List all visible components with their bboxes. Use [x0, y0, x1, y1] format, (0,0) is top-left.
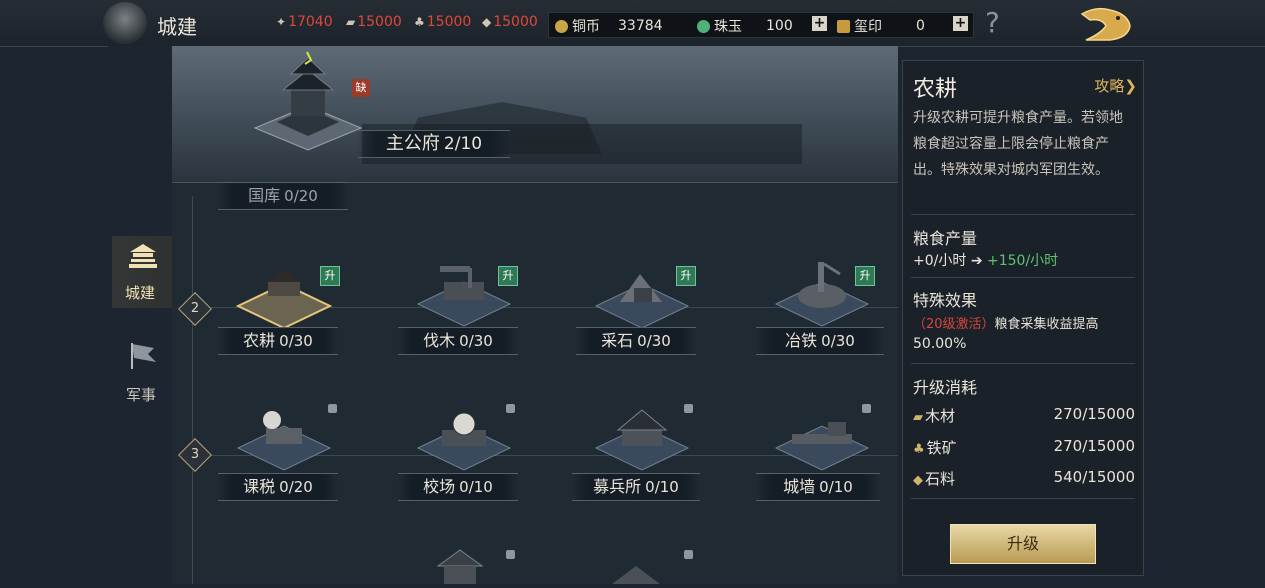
upgrade-badge: 升: [498, 266, 518, 286]
tax-building[interactable]: [232, 404, 336, 474]
locked-building[interactable]: [430, 544, 534, 584]
effect-value: 50.00%: [913, 336, 967, 352]
lock-icon: [862, 404, 871, 413]
food-resource: ✦ 17040: [276, 14, 333, 30]
wood-icon: ▰: [913, 410, 923, 425]
jade: 珠玉 100: [697, 16, 793, 36]
tax-label[interactable]: 课税 0/20: [218, 473, 338, 501]
missing-badge: 缺: [352, 79, 370, 97]
divider: [911, 214, 1135, 215]
detail-panel: 农耕 攻略❯ 升级农耕可提升粮食产量。若领地粮食超过容量上限会停止粮食产出。特殊…: [902, 60, 1144, 576]
seal-icon: [837, 19, 850, 33]
page-title: 城建: [157, 15, 197, 39]
cost-iron: ♣ 铁矿 270/15000: [913, 437, 1135, 457]
smelter-label[interactable]: 冶铁 0/30: [756, 327, 884, 355]
city-wall-label[interactable]: 城墙 0/10: [756, 473, 880, 501]
lock-icon: [328, 404, 337, 413]
iron-ore-icon: ♣: [414, 15, 425, 29]
quarry-label[interactable]: 采石 0/30: [576, 327, 696, 355]
farm-label[interactable]: 农耕 0/30: [218, 327, 338, 355]
recruitment-label[interactable]: 募兵所 0/10: [572, 473, 700, 501]
lock-icon: [506, 404, 515, 413]
training-ground-building[interactable]: [412, 402, 516, 472]
lock-icon: [684, 550, 693, 559]
chevron-right-icon: ❯: [1124, 77, 1137, 95]
iron-resource: ♣ 15000: [414, 14, 472, 30]
upgrade-badge: 升: [320, 266, 340, 286]
seal: 玺印 0: [837, 16, 925, 36]
lock-icon: [506, 550, 515, 559]
helmet-avatar-icon: [103, 2, 147, 44]
treasury-label[interactable]: 国库 0/20: [218, 182, 348, 210]
currency-bar: 铜币 33784 珠玉 100 + 玺印 0 +: [548, 12, 974, 38]
locked-building[interactable]: [606, 560, 710, 584]
stone-icon: ◆: [913, 473, 923, 488]
top-bar: 城建 ✦ 17040 ▰ 15000 ♣ 15000 ◆ 15000 铜币 33784 …: [0, 0, 1265, 47]
divider: [911, 363, 1135, 364]
dragon-back-button-icon[interactable]: [1076, 4, 1136, 53]
sidebar-item-military[interactable]: 军事: [112, 336, 174, 408]
output-heading: 粮食产量: [913, 229, 978, 248]
recruitment-building[interactable]: [590, 402, 694, 472]
upgrade-button[interactable]: 升级: [950, 524, 1096, 564]
wood-icon: ▰: [346, 15, 356, 29]
effect-text: （20级激活）粮食采集收益提高: [913, 317, 1099, 332]
guide-link[interactable]: 攻略❯: [1094, 75, 1137, 96]
coin-icon: [555, 19, 568, 33]
city-build-icon: [126, 242, 160, 277]
iron-ore-icon: ♣: [913, 442, 925, 457]
upgrade-badge: 升: [855, 266, 875, 286]
wheat-icon: ✦: [276, 15, 287, 29]
stone-icon: ◆: [482, 15, 492, 29]
output-change: +0/小时 ➔ +150/小时: [913, 253, 1059, 269]
lumber-label[interactable]: 伐木 0/30: [398, 327, 518, 355]
add-jade-button[interactable]: +: [812, 16, 827, 31]
jade-icon: [697, 19, 710, 33]
lock-icon: [684, 404, 693, 413]
military-flag-icon: [126, 340, 160, 377]
palace-building[interactable]: [247, 50, 369, 158]
panel-description: 升级农耕可提升粮食产量。若领地粮食超过容量上限会停止粮食产出。特殊效果对城内军团…: [913, 110, 1123, 178]
divider: [911, 277, 1135, 278]
copper-coin: 铜币 33784: [555, 16, 663, 36]
add-seal-button[interactable]: +: [953, 16, 968, 31]
tier-spine: [192, 196, 193, 584]
sidebar: [108, 46, 172, 584]
cost-heading: 升级消耗: [913, 378, 978, 397]
panel-title: 农耕: [913, 77, 958, 102]
training-ground-label[interactable]: 校场 0/10: [398, 473, 518, 501]
city-wall-building[interactable]: [770, 404, 874, 474]
help-button[interactable]: ?: [985, 6, 1000, 39]
divider: [911, 498, 1135, 499]
upgrade-badge: 升: [676, 266, 696, 286]
palace-label[interactable]: 主公府 2/10: [358, 130, 510, 158]
effect-heading: 特殊效果: [913, 291, 978, 310]
wood-resource: ▰ 15000: [346, 14, 402, 30]
sidebar-item-city-build[interactable]: 城建: [112, 236, 176, 308]
cost-stone: ◆ 石料 540/15000: [913, 468, 1135, 488]
arrow-right-icon: ➔: [970, 253, 983, 269]
cost-wood: ▰ 木材 270/15000: [913, 405, 1135, 425]
stone-resource: ◆ 15000: [482, 14, 538, 30]
